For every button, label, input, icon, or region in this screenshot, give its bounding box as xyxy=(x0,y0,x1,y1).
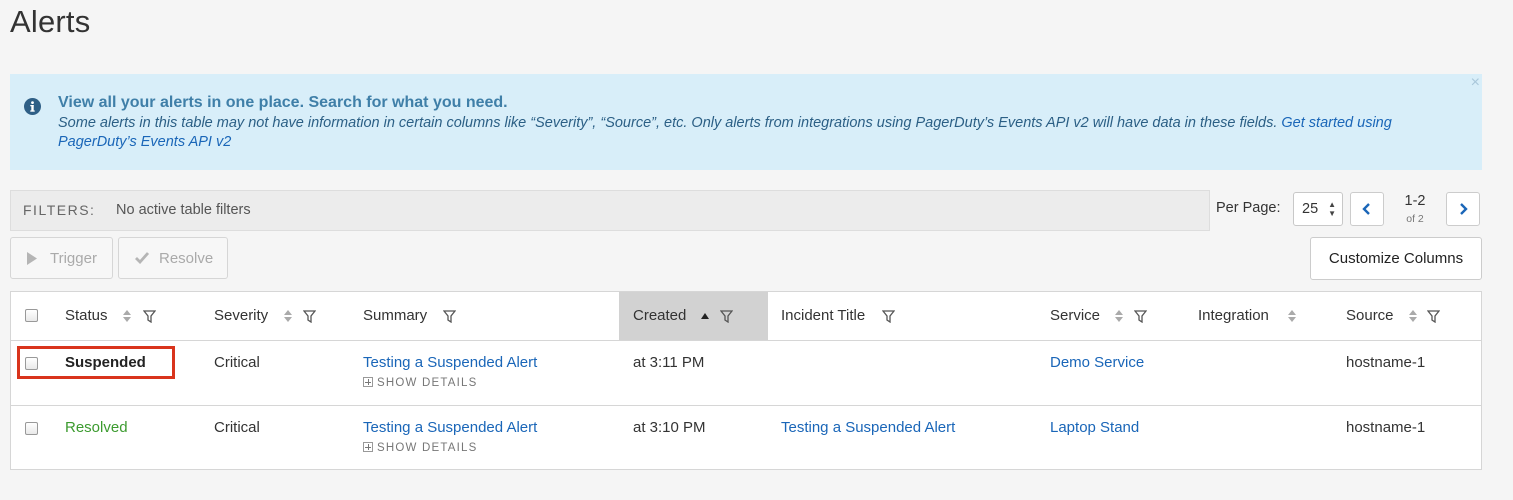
source-value: hostname-1 xyxy=(1346,419,1426,436)
chevron-left-icon xyxy=(1362,203,1370,215)
filter-icon[interactable] xyxy=(1134,310,1147,323)
severity-value: Critical xyxy=(214,354,260,371)
previous-page-button[interactable] xyxy=(1350,192,1384,226)
next-page-button[interactable] xyxy=(1446,192,1480,226)
show-details-toggle[interactable]: SHOW DETAILS xyxy=(363,441,477,454)
filters-label: FILTERS: xyxy=(23,202,96,218)
plus-icon xyxy=(363,442,373,452)
per-page-select[interactable]: 25 ▲ ▼ xyxy=(1293,192,1343,226)
source-value: hostname-1 xyxy=(1346,354,1426,371)
column-severity[interactable]: Severity xyxy=(214,292,354,340)
per-page-value: 25 xyxy=(1302,201,1319,217)
checkmark-icon xyxy=(135,252,149,264)
customize-columns-button[interactable]: Customize Columns xyxy=(1310,237,1482,280)
sort-icon[interactable] xyxy=(1409,310,1417,322)
summary-link[interactable]: Testing a Suspended Alert xyxy=(363,354,537,371)
column-integration-label: Integration xyxy=(1198,307,1269,324)
table-row: Resolved Critical Testing a Suspended Al… xyxy=(11,405,1481,470)
chevron-right-icon xyxy=(1460,203,1468,215)
resolve-label: Resolve xyxy=(159,250,214,267)
trigger-label: Trigger xyxy=(50,250,97,267)
sort-icon[interactable] xyxy=(1288,310,1296,322)
per-page-label: Per Page: xyxy=(1216,200,1281,216)
page-range: 1-2 xyxy=(1404,193,1426,209)
created-value: at 3:11 PM xyxy=(633,354,705,371)
column-status-label: Status xyxy=(65,307,108,324)
column-summary[interactable]: Summary xyxy=(363,292,613,340)
service-link[interactable]: Laptop Stand xyxy=(1050,419,1139,436)
column-created-label: Created xyxy=(633,307,687,324)
created-value: at 3:10 PM xyxy=(633,419,706,436)
column-incident-title[interactable]: Incident Title xyxy=(781,292,1041,340)
row-checkbox[interactable] xyxy=(25,357,38,370)
select-all-checkbox[interactable] xyxy=(25,309,38,322)
column-source[interactable]: Source xyxy=(1346,292,1476,340)
status-value: Resolved xyxy=(65,419,128,436)
banner-headline: View all your alerts in one place. Searc… xyxy=(58,94,508,111)
plus-icon xyxy=(363,377,373,387)
play-icon xyxy=(27,252,37,265)
sort-icon[interactable] xyxy=(284,310,292,322)
filter-icon[interactable] xyxy=(303,310,316,323)
trigger-button[interactable]: Trigger xyxy=(10,237,113,279)
close-icon[interactable]: × xyxy=(1471,74,1480,92)
page-total: of 2 xyxy=(1406,213,1424,225)
page-title: Alerts xyxy=(10,4,91,39)
row-checkbox[interactable] xyxy=(25,422,38,435)
resolve-button[interactable]: Resolve xyxy=(118,237,228,279)
column-service[interactable]: Service xyxy=(1050,292,1190,340)
show-details-label: SHOW DETAILS xyxy=(377,377,478,389)
sort-icon[interactable] xyxy=(1115,310,1123,322)
severity-value: Critical xyxy=(214,419,260,436)
service-link[interactable]: Demo Service xyxy=(1050,354,1144,371)
status-value: Suspended xyxy=(65,354,146,371)
column-service-label: Service xyxy=(1050,307,1101,324)
sort-icon[interactable] xyxy=(123,310,131,322)
table-header: Status Severity Summary Created Incident… xyxy=(11,292,1481,341)
info-banner: View all your alerts in one place. Searc… xyxy=(10,74,1482,170)
alerts-page: Alerts View all your alerts in one place… xyxy=(0,0,1513,500)
column-incident-title-label: Incident Title xyxy=(781,307,866,324)
banner-body: Some alerts in this table may not have i… xyxy=(58,114,1438,152)
select-arrows-icon: ▲ ▼ xyxy=(1328,200,1336,218)
filter-icon[interactable] xyxy=(882,310,895,323)
filters-value: No active table filters xyxy=(116,202,251,218)
column-source-label: Source xyxy=(1346,307,1394,324)
column-integration[interactable]: Integration xyxy=(1198,292,1338,340)
filter-icon[interactable] xyxy=(443,310,456,323)
summary-link[interactable]: Testing a Suspended Alert xyxy=(363,419,537,436)
column-severity-label: Severity xyxy=(214,307,269,324)
info-icon xyxy=(24,98,41,115)
filter-icon[interactable] xyxy=(1427,310,1440,323)
filter-icon[interactable] xyxy=(143,310,156,323)
alerts-table: Status Severity Summary Created Incident… xyxy=(10,291,1482,470)
filter-bar[interactable]: FILTERS: No active table filters xyxy=(10,190,1210,231)
show-details-toggle[interactable]: SHOW DETAILS xyxy=(363,376,477,389)
incident-title-link[interactable]: Testing a Suspended Alert xyxy=(781,419,955,436)
show-details-label: SHOW DETAILS xyxy=(377,442,478,454)
filter-icon[interactable] xyxy=(720,310,733,323)
column-created[interactable]: Created xyxy=(619,292,768,340)
banner-text: Some alerts in this table may not have i… xyxy=(58,115,1278,131)
column-status[interactable]: Status xyxy=(65,292,205,340)
column-summary-label: Summary xyxy=(363,307,428,324)
sort-ascending-icon[interactable] xyxy=(701,313,709,319)
table-row: Suspended Critical Testing a Suspended A… xyxy=(11,340,1481,406)
